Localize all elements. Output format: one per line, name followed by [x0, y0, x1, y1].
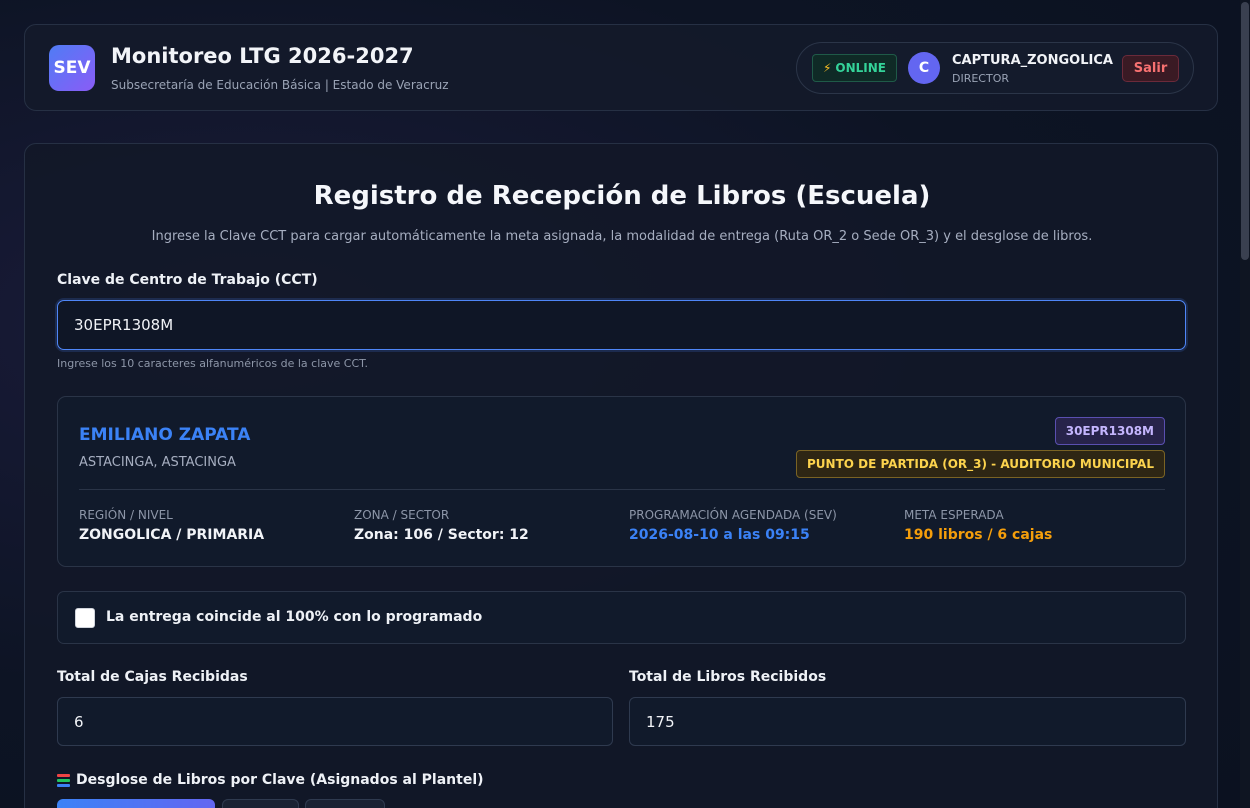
page-scrollbar[interactable] [1240, 0, 1250, 808]
breakdown-tab-3[interactable] [305, 799, 385, 808]
lightning-bolt-icon: ⚡ [822, 61, 832, 75]
region-value: ZONGOLICA / PRIMARIA [79, 527, 265, 543]
boxes-field-label: Total de Cajas Recibidas [57, 669, 248, 685]
breakdown-title-text: Desglose de Libros por Clave (Asignados … [76, 772, 484, 788]
match-checkbox-label: La entrega coincide al 100% con lo progr… [106, 609, 483, 625]
breakdown-tab-2[interactable] [222, 799, 299, 808]
school-info-card: EMILIANO ZAPATA ASTACINGA, ASTACINGA 30E… [57, 396, 1186, 567]
logout-button[interactable]: Salir [1122, 55, 1179, 82]
schedule-label: PROGRAMACIÓN AGENDADA (SEV) [629, 508, 837, 522]
delivery-mode-badge: PUNTO DE PARTIDA (OR_3) - AUDITORIO MUNI… [796, 450, 1165, 478]
cct-hint: Ingrese los 10 caracteres alfanuméricos … [57, 357, 369, 370]
schedule-value: 2026-08-10 a las 09:15 [629, 527, 810, 543]
scrollbar-thumb[interactable] [1241, 2, 1249, 260]
goal-label: META ESPERADA [904, 508, 1004, 522]
divider [79, 489, 1165, 490]
books-icon [57, 773, 70, 787]
app-title: Monitoreo LTG 2026-2027 [111, 44, 414, 68]
zone-info: ZONA / SECTOR Zona: 106 / Sector: 12 [354, 508, 529, 543]
zone-label: ZONA / SECTOR [354, 508, 450, 522]
zone-value: Zona: 106 / Sector: 12 [354, 527, 529, 543]
user-role: DIRECTOR [952, 72, 1010, 85]
online-status-badge: ⚡ ONLINE [812, 54, 897, 82]
match-checkbox[interactable] [75, 608, 95, 628]
avatar: C [908, 52, 940, 84]
page-description: Ingrese la Clave CCT para cargar automát… [151, 229, 1093, 244]
reception-form-card: Registro de Recepción de Libros (Escuela… [24, 143, 1218, 808]
app-subtitle: Subsecretaría de Educación Básica | Esta… [111, 78, 449, 92]
books-input[interactable] [629, 697, 1186, 746]
cct-input[interactable] [57, 300, 1186, 350]
cct-badge: 30EPR1308M [1054, 417, 1165, 445]
schedule-info: PROGRAMACIÓN AGENDADA (SEV) 2026-08-10 a… [629, 508, 837, 543]
match-checkbox-row[interactable]: La entrega coincide al 100% con lo progr… [57, 591, 1186, 644]
sev-logo: SEV [49, 45, 95, 91]
app-header: SEV Monitoreo LTG 2026-2027 Subsecretarí… [24, 24, 1218, 111]
region-info: REGIÓN / NIVEL ZONGOLICA / PRIMARIA [79, 508, 264, 543]
cct-field-label: Clave de Centro de Trabajo (CCT) [57, 272, 318, 288]
goal-info: META ESPERADA 190 libros / 6 cajas [904, 508, 1052, 543]
books-field-label: Total de Libros Recibidos [629, 669, 827, 685]
breakdown-tab-1[interactable] [57, 799, 215, 808]
boxes-input[interactable] [57, 697, 613, 746]
goal-value: 190 libros / 6 cajas [904, 527, 1053, 543]
user-panel: ⚡ ONLINE C CAPTURA_ZONGOLICA DIRECTOR Sa… [796, 42, 1194, 94]
region-label: REGIÓN / NIVEL [79, 508, 173, 522]
breakdown-title: Desglose de Libros por Clave (Asignados … [57, 772, 484, 788]
school-location: ASTACINGA, ASTACINGA [79, 455, 236, 470]
user-name: CAPTURA_ZONGOLICA [952, 53, 1113, 68]
online-status-text: ONLINE [835, 61, 887, 75]
page-title: Registro de Recepción de Libros (Escuela… [313, 181, 931, 211]
school-name: EMILIANO ZAPATA [79, 425, 251, 445]
